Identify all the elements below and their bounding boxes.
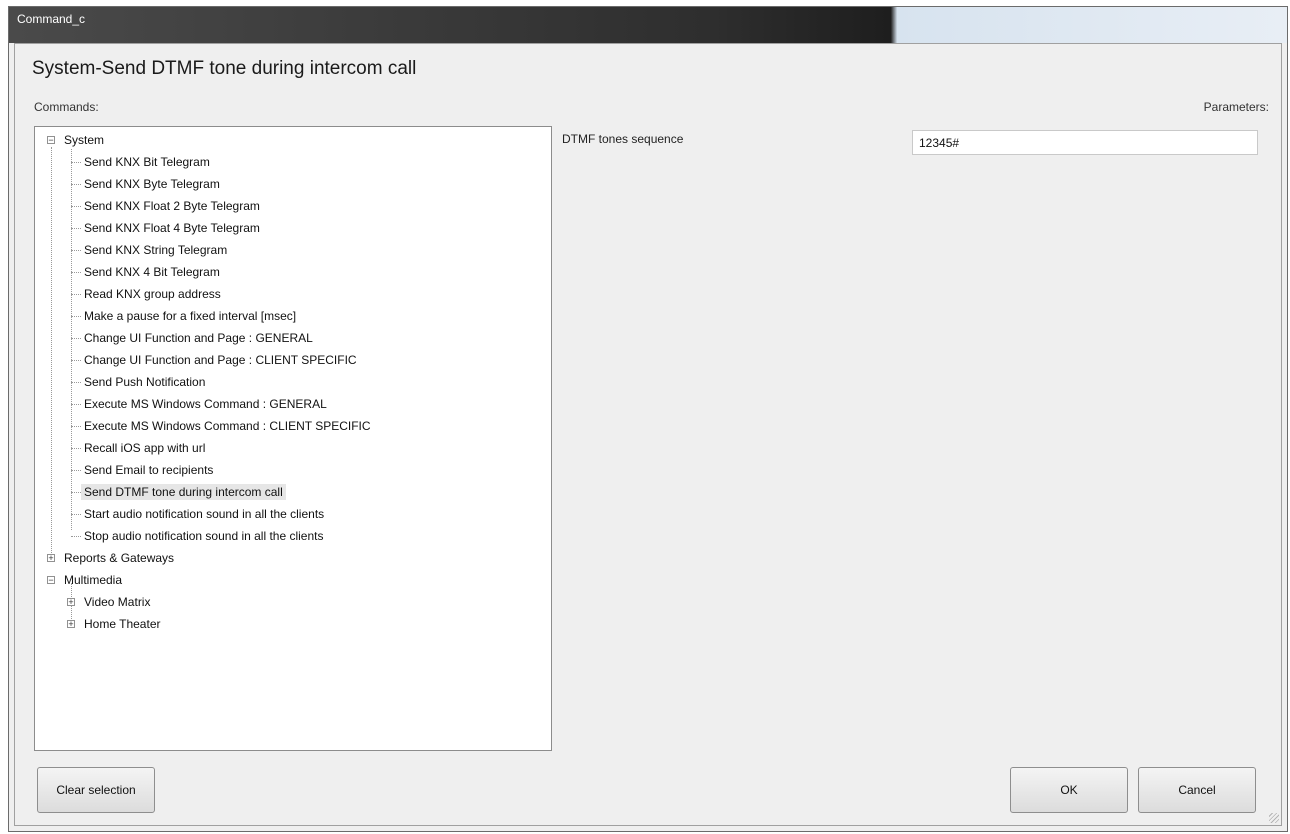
- tree-connector: [71, 470, 81, 471]
- tree-connector: [51, 147, 52, 559]
- tree-connector: [71, 184, 81, 185]
- tree-connector: [71, 382, 81, 383]
- tree-item-label: Start audio notification sound in all th…: [84, 507, 325, 521]
- tree-item[interactable]: Send KNX String Telegram: [71, 241, 230, 259]
- tree-item-label: Make a pause for a fixed interval [msec]: [84, 309, 297, 323]
- window-title: Command_c: [17, 12, 86, 26]
- tree-item-label: Execute MS Windows Command : CLIENT SPEC…: [84, 419, 371, 433]
- tree-item-label: Send KNX String Telegram: [84, 243, 228, 257]
- tree-item-label: Send DTMF tone during intercom call: [81, 484, 286, 500]
- commands-label: Commands:: [34, 100, 99, 114]
- tree-node-system[interactable]: − System: [47, 131, 107, 149]
- tree-item[interactable]: Make a pause for a fixed interval [msec]: [71, 307, 299, 325]
- tree-item[interactable]: Send Email to recipients: [71, 461, 216, 479]
- tree-node-home-theater[interactable]: + Home Theater: [67, 615, 163, 633]
- tree-connector: [71, 250, 81, 251]
- tree-item-label: Change UI Function and Page : CLIENT SPE…: [84, 353, 357, 367]
- tree-connector: [71, 492, 81, 493]
- cancel-button[interactable]: Cancel: [1138, 767, 1256, 813]
- tree-item[interactable]: Execute MS Windows Command : GENERAL: [71, 395, 330, 413]
- expand-icon[interactable]: +: [67, 620, 75, 629]
- tree-item-label: Send Email to recipients: [84, 463, 214, 477]
- tree-item[interactable]: Send KNX 4 Bit Telegram: [71, 263, 223, 281]
- tree-item[interactable]: Start audio notification sound in all th…: [71, 505, 327, 523]
- tree-connector: [71, 294, 81, 295]
- tree-item-label: Recall iOS app with url: [84, 441, 206, 455]
- tree-connector: [71, 162, 81, 163]
- dtmf-sequence-label: DTMF tones sequence: [562, 132, 684, 146]
- tree-item[interactable]: Change UI Function and Page : CLIENT SPE…: [71, 351, 360, 369]
- tree-connector: [71, 272, 81, 273]
- expand-icon[interactable]: +: [47, 554, 55, 563]
- collapse-icon[interactable]: −: [47, 576, 55, 585]
- tree-item[interactable]: Send Push Notification: [71, 373, 208, 391]
- tree-item-label: Send KNX Float 4 Byte Telegram: [84, 221, 260, 235]
- tree-item-label: Send Push Notification: [84, 375, 206, 389]
- commands-tree[interactable]: − System Send KNX Bit Telegram Send KNX B…: [34, 126, 552, 751]
- clear-selection-button[interactable]: Clear selection: [37, 767, 155, 813]
- tree-connector: [71, 360, 81, 361]
- collapse-icon[interactable]: −: [47, 136, 55, 145]
- tree-connector: [71, 514, 81, 515]
- tree-item[interactable]: Read KNX group address: [71, 285, 224, 303]
- tree-item[interactable]: Send DTMF tone during intercom call: [71, 483, 286, 501]
- tree-item[interactable]: Change UI Function and Page : GENERAL: [71, 329, 316, 347]
- tree-item[interactable]: Send KNX Float 2 Byte Telegram: [71, 197, 263, 215]
- ok-button[interactable]: OK: [1010, 767, 1128, 813]
- tree-item-label: Read KNX group address: [84, 287, 221, 301]
- tree-item-label: Send KNX Float 2 Byte Telegram: [84, 199, 260, 213]
- tree-connector: [71, 206, 81, 207]
- tree-item-label: Send KNX 4 Bit Telegram: [84, 265, 220, 279]
- dialog-content: System-Send DTMF tone during intercom ca…: [14, 43, 1282, 826]
- tree-item-label: Send KNX Byte Telegram: [84, 177, 220, 191]
- tree-connector: [71, 316, 81, 317]
- tree-connector: [71, 338, 81, 339]
- command-title: System-Send DTMF tone during intercom ca…: [32, 58, 417, 79]
- tree-item-label: Execute MS Windows Command : GENERAL: [84, 397, 327, 411]
- tree-node-reports-gateways[interactable]: + Reports & Gateways: [47, 549, 177, 567]
- tree-item[interactable]: Recall iOS app with url: [71, 439, 208, 457]
- tree-item[interactable]: Execute MS Windows Command : CLIENT SPEC…: [71, 417, 374, 435]
- dtmf-sequence-input[interactable]: [912, 130, 1258, 155]
- tree-connector: [71, 448, 81, 449]
- expand-icon[interactable]: +: [67, 598, 75, 607]
- resize-grip-icon[interactable]: [1269, 813, 1279, 823]
- parameters-label: Parameters:: [1203, 100, 1269, 114]
- tree-node-video-matrix[interactable]: + Video Matrix: [67, 593, 153, 611]
- tree-item-label: Stop audio notification sound in all the…: [84, 529, 324, 543]
- title-bar[interactable]: Command_c: [9, 7, 1287, 43]
- tree-item[interactable]: Send KNX Float 4 Byte Telegram: [71, 219, 263, 237]
- command-window: Command_c System-Send DTMF tone during i…: [8, 6, 1288, 832]
- tree-item[interactable]: Send KNX Bit Telegram: [71, 153, 213, 171]
- tree-item[interactable]: Stop audio notification sound in all the…: [71, 527, 327, 545]
- tree-connector: [71, 404, 81, 405]
- tree-connector: [71, 426, 81, 427]
- tree-item-label: Change UI Function and Page : GENERAL: [84, 331, 313, 345]
- tree-item-label: Send KNX Bit Telegram: [84, 155, 210, 169]
- tree-connector: [71, 536, 81, 537]
- tree-item[interactable]: Send KNX Byte Telegram: [71, 175, 223, 193]
- tree-connector: [71, 228, 81, 229]
- tree-node-multimedia[interactable]: − Multimedia: [47, 571, 125, 589]
